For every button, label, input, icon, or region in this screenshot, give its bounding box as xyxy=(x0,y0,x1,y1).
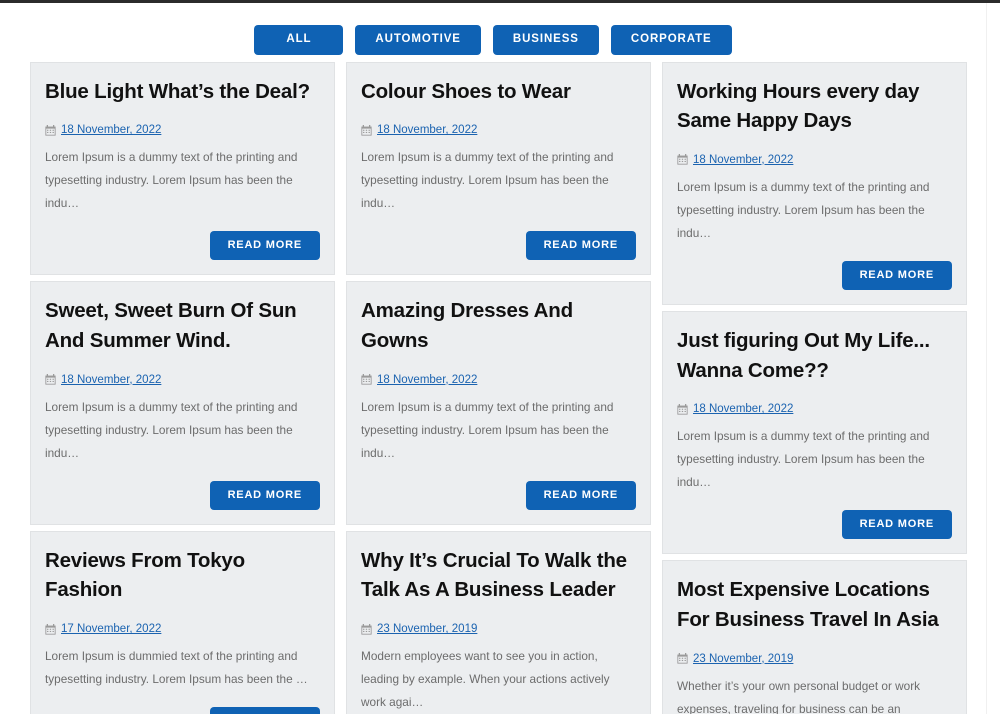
post-title: Why It’s Crucial To Walk the Talk As A B… xyxy=(361,548,627,602)
read-more-button[interactable]: READ MORE xyxy=(841,260,952,290)
page-content: ALL AUTOMOTIVE BUSINESS CORPORATE Blue L… xyxy=(0,3,986,714)
calendar-icon xyxy=(677,403,688,415)
post-title: Blue Light What’s the Deal? xyxy=(45,79,310,103)
post-date-link[interactable]: 18 November, 2022 xyxy=(377,124,477,136)
scrollbar-thumb[interactable] xyxy=(989,3,999,153)
post-actions: READ MORE xyxy=(45,480,320,510)
post-actions: READ MORE xyxy=(361,231,636,261)
post-grid: Blue Light What’s the Deal? 18 November,… xyxy=(0,61,986,714)
post-card[interactable]: Amazing Dresses And Gowns 18 November, 2… xyxy=(346,281,651,525)
post-title: Colour Shoes to Wear xyxy=(361,79,571,103)
calendar-icon xyxy=(361,374,372,385)
read-more-button[interactable]: READ MORE xyxy=(841,510,952,540)
post-date-link[interactable]: 18 November, 2022 xyxy=(377,374,477,386)
post-card[interactable]: Blue Light What’s the Deal? 18 November,… xyxy=(30,61,335,276)
read-more-button[interactable]: READ MORE xyxy=(209,231,320,261)
post-date-link[interactable]: 18 November, 2022 xyxy=(693,154,793,166)
post-date-link[interactable]: 17 November, 2022 xyxy=(61,623,161,635)
post-date-link[interactable]: 18 November, 2022 xyxy=(61,124,161,136)
post-meta: 18 November, 2022 xyxy=(45,124,320,136)
post-title: Sweet, Sweet Burn Of Sun And Summer Wind… xyxy=(45,299,297,352)
post-meta: 23 November, 2019 xyxy=(677,653,952,665)
post-title: Just figuring Out My Life... Wanna Come?… xyxy=(677,328,930,382)
post-card[interactable]: Colour Shoes to Wear 18 November, 2022 L… xyxy=(346,61,651,276)
post-column-3: Working Hours every day Same Happy Days … xyxy=(662,61,967,714)
post-column-1: Blue Light What’s the Deal? 18 November,… xyxy=(30,61,335,714)
calendar-icon xyxy=(45,374,56,385)
post-title: Reviews From Tokyo Fashion xyxy=(45,548,245,602)
filter-button-all[interactable]: ALL xyxy=(254,25,344,55)
post-title: Amazing Dresses And Gowns xyxy=(361,299,573,352)
post-meta: 17 November, 2022 xyxy=(45,623,320,635)
post-excerpt: Lorem Ipsum is a dummy text of the print… xyxy=(361,399,614,460)
read-more-button[interactable]: READ MORE xyxy=(525,231,636,261)
post-card[interactable]: Reviews From Tokyo Fashion 17 November, … xyxy=(30,530,335,714)
post-card[interactable]: Most Expensive Locations For Business Tr… xyxy=(662,560,967,714)
post-date-link[interactable]: 23 November, 2019 xyxy=(377,623,477,635)
filter-button-corporate[interactable]: CORPORATE xyxy=(610,25,732,55)
post-actions: READ MORE xyxy=(677,510,952,540)
calendar-icon xyxy=(677,154,688,166)
post-meta: 23 November, 2019 xyxy=(361,623,636,635)
read-more-button[interactable]: READ MORE xyxy=(209,707,320,714)
post-meta: 18 November, 2022 xyxy=(361,124,636,136)
post-actions: READ MORE xyxy=(45,707,320,714)
calendar-icon xyxy=(677,653,688,664)
page-scrollbar[interactable] xyxy=(986,3,1000,714)
filter-button-automotive[interactable]: AUTOMOTIVE xyxy=(355,25,481,55)
post-excerpt: Lorem Ipsum is a dummy text of the print… xyxy=(361,150,614,211)
post-meta: 18 November, 2022 xyxy=(361,374,636,386)
calendar-icon xyxy=(361,124,372,136)
post-card[interactable]: Sweet, Sweet Burn Of Sun And Summer Wind… xyxy=(30,281,335,525)
post-actions: READ MORE xyxy=(361,480,636,510)
post-actions: READ MORE xyxy=(45,231,320,261)
post-excerpt: Modern employees want to see you in acti… xyxy=(361,649,610,710)
post-excerpt: Lorem Ipsum is a dummy text of the print… xyxy=(45,399,298,460)
post-date-link[interactable]: 18 November, 2022 xyxy=(61,374,161,386)
post-title: Working Hours every day Same Happy Days xyxy=(677,79,920,133)
post-excerpt: Lorem Ipsum is a dummy text of the print… xyxy=(45,150,298,211)
post-excerpt: Lorem Ipsum is a dummy text of the print… xyxy=(677,179,930,240)
read-more-button[interactable]: READ MORE xyxy=(525,480,636,510)
post-date-link[interactable]: 18 November, 2022 xyxy=(693,403,793,415)
post-card[interactable]: Working Hours every day Same Happy Days … xyxy=(662,61,967,305)
post-meta: 18 November, 2022 xyxy=(45,374,320,386)
post-card[interactable]: Why It’s Crucial To Walk the Talk As A B… xyxy=(346,530,651,714)
calendar-icon xyxy=(45,124,56,136)
post-excerpt: Lorem Ipsum is dummied text of the print… xyxy=(45,649,308,687)
read-more-button[interactable]: READ MORE xyxy=(209,480,320,510)
category-filter-bar: ALL AUTOMOTIVE BUSINESS CORPORATE xyxy=(0,3,986,62)
filter-button-business[interactable]: BUSINESS xyxy=(492,25,599,55)
post-actions: READ MORE xyxy=(677,260,952,290)
post-excerpt: Whether it’s your own personal budget or… xyxy=(677,678,921,714)
post-excerpt: Lorem Ipsum is a dummy text of the print… xyxy=(677,429,930,490)
calendar-icon xyxy=(361,623,372,635)
post-meta: 18 November, 2022 xyxy=(677,154,952,166)
post-card[interactable]: Just figuring Out My Life... Wanna Come?… xyxy=(662,310,967,555)
post-date-link[interactable]: 23 November, 2019 xyxy=(693,653,793,665)
calendar-icon xyxy=(45,623,56,635)
post-meta: 18 November, 2022 xyxy=(677,403,952,415)
post-title: Most Expensive Locations For Business Tr… xyxy=(677,578,939,632)
post-column-2: Colour Shoes to Wear 18 November, 2022 L… xyxy=(346,61,651,714)
